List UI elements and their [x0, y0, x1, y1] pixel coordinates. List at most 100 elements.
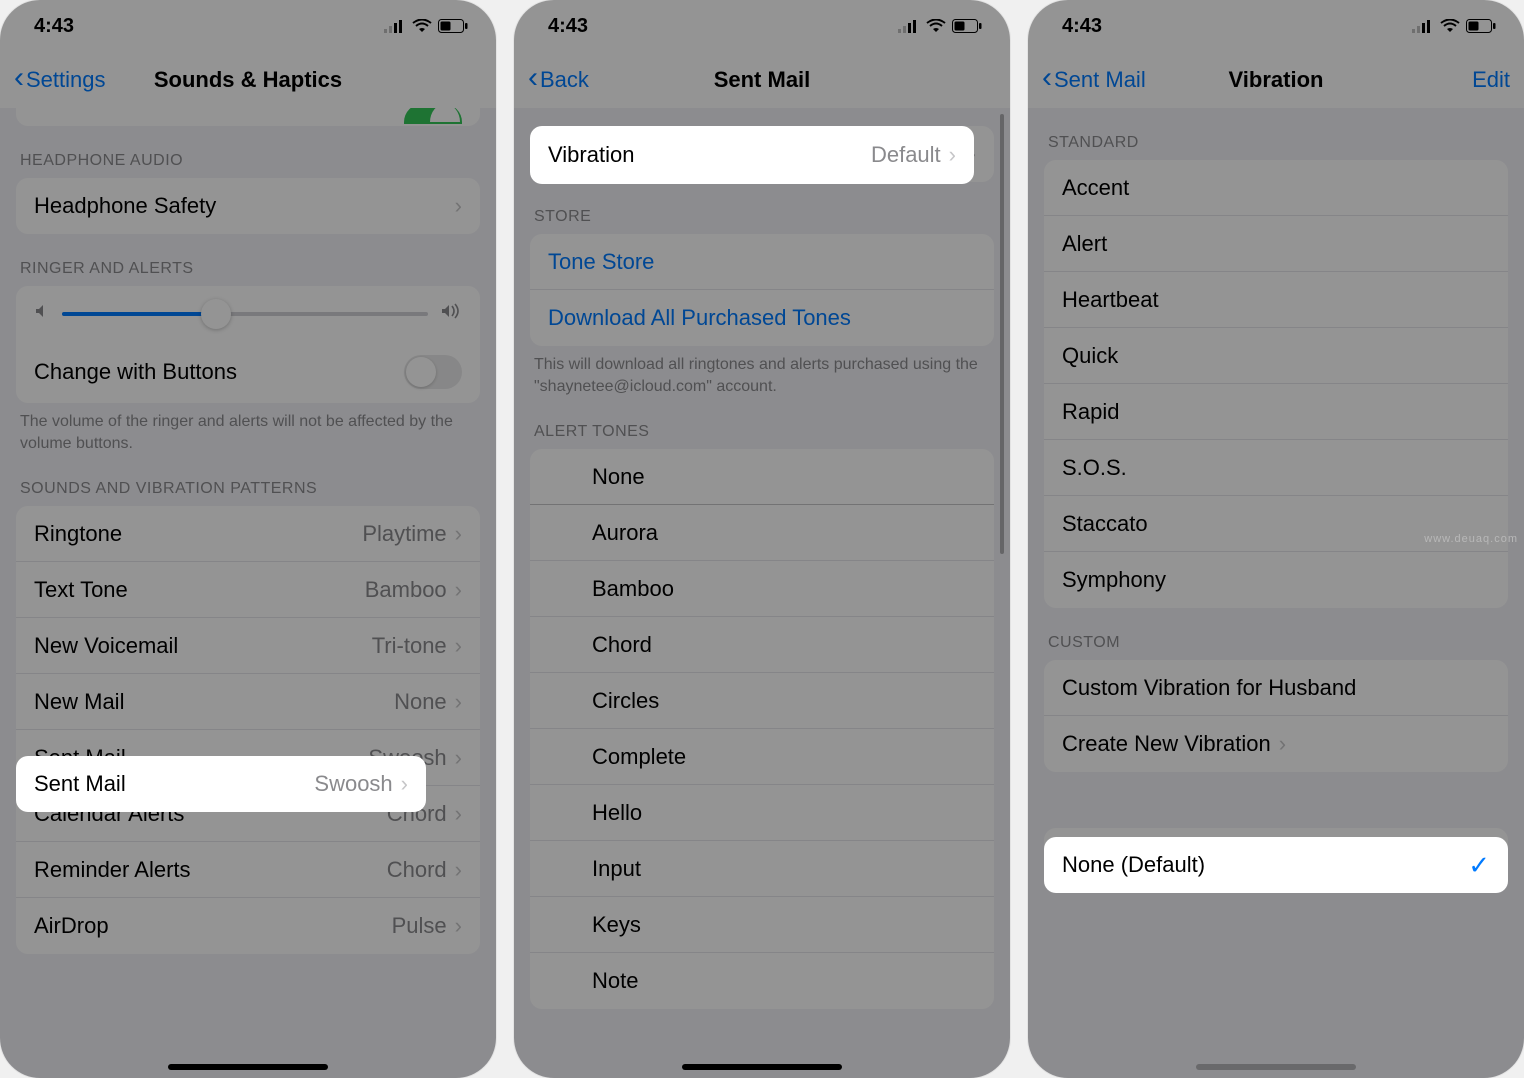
row-label: Circles: [592, 688, 659, 714]
row-label: Vibration: [548, 142, 634, 168]
row-label: Chord: [592, 632, 652, 658]
phone-sent-mail: 4:43 ‹ Back Sent Mail Vibration Default …: [514, 0, 1010, 1078]
status-bar: 4:43: [0, 0, 496, 52]
row-tone-none[interactable]: None: [530, 449, 994, 505]
ringer-volume-slider[interactable]: [16, 286, 480, 341]
row-tone[interactable]: Hello: [530, 785, 994, 841]
section-ringer: RINGER AND ALERTS: [0, 234, 496, 286]
row-tone[interactable]: Bamboo: [530, 561, 994, 617]
section-headphone-audio: HEADPHONE AUDIO: [0, 126, 496, 178]
group-patterns: RingtonePlaytime› Text ToneBamboo› New V…: [16, 506, 480, 954]
highlight-vibration[interactable]: Vibration Default›: [530, 126, 974, 184]
row-custom-vibration[interactable]: Custom Vibration for Husband: [1044, 660, 1508, 716]
row-label: Alert: [1062, 231, 1107, 257]
row-label: Complete: [592, 744, 686, 770]
row-tone[interactable]: Note: [530, 953, 994, 1009]
row-text-tone[interactable]: Text ToneBamboo›: [16, 562, 480, 618]
wifi-icon: [412, 19, 432, 33]
row-label: Aurora: [592, 520, 658, 546]
slider-thumb[interactable]: [201, 299, 231, 329]
row-value: Default: [871, 142, 941, 168]
section-alert-tones: ALERT TONES: [514, 397, 1010, 449]
row-vibration-option[interactable]: Heartbeat: [1044, 272, 1508, 328]
row-change-with-buttons[interactable]: Change with Buttons: [16, 341, 480, 403]
row-label: Reminder Alerts: [34, 857, 191, 883]
watermark: www.deuaq.com: [1424, 533, 1518, 545]
row-label: Symphony: [1062, 567, 1166, 593]
row-value: Playtime: [362, 521, 446, 547]
previous-row-partial: [16, 108, 480, 126]
row-tone-store[interactable]: Tone Store: [530, 234, 994, 290]
row-headphone-safety[interactable]: Headphone Safety ›: [16, 178, 480, 234]
row-reminder-alerts[interactable]: Reminder AlertsChord›: [16, 842, 480, 898]
status-bar: 4:43: [514, 0, 1010, 52]
home-indicator[interactable]: [682, 1064, 842, 1070]
content: STANDARD Accent Alert Heartbeat Quick Ra…: [1028, 108, 1524, 1078]
status-icons: [1412, 19, 1496, 33]
back-button[interactable]: ‹ Settings: [14, 67, 106, 93]
nav-bar: ‹ Sent Mail Vibration Edit: [1028, 52, 1524, 108]
row-vibration-option[interactable]: Quick: [1044, 328, 1508, 384]
row-label: Accent: [1062, 175, 1129, 201]
row-tone[interactable]: Chord: [530, 617, 994, 673]
row-label: Download All Purchased Tones: [548, 305, 851, 331]
row-value: Swoosh: [314, 771, 392, 797]
group-alert-tones: None Aurora Bamboo Chord Circles Complet…: [530, 449, 994, 1009]
highlight-sent-mail[interactable]: Sent Mail Swoosh›: [16, 756, 426, 812]
row-label: Headphone Safety: [34, 193, 216, 219]
checkmark-icon: ✓: [1468, 850, 1490, 881]
row-tone[interactable]: Keys: [530, 897, 994, 953]
back-button[interactable]: ‹ Back: [528, 67, 589, 93]
content: Vibration Default › STORE Tone Store Dow…: [514, 108, 1010, 1078]
row-label: Hello: [592, 800, 642, 826]
row-vibration-option[interactable]: Rapid: [1044, 384, 1508, 440]
highlight-none-default[interactable]: None (Default) ✓: [1044, 837, 1508, 893]
row-new-mail[interactable]: New Mail None ›: [16, 674, 480, 730]
group-store: Tone Store Download All Purchased Tones: [530, 234, 994, 346]
row-value: None: [394, 689, 447, 715]
row-new-voicemail[interactable]: New VoicemailTri-tone›: [16, 618, 480, 674]
store-footer: This will download all ringtones and ale…: [514, 346, 1010, 397]
row-create-new-vibration[interactable]: Create New Vibration›: [1044, 716, 1508, 772]
slider-track[interactable]: [62, 312, 428, 316]
back-label: Settings: [26, 67, 106, 93]
cellular-icon: [384, 19, 406, 33]
row-airdrop[interactable]: AirDropPulse›: [16, 898, 480, 954]
row-label: New Mail: [34, 689, 124, 715]
chevron-right-icon: ›: [455, 689, 462, 715]
scroll-indicator[interactable]: [1000, 114, 1004, 554]
group-headphone: Headphone Safety ›: [16, 178, 480, 234]
row-label: Rapid: [1062, 399, 1119, 425]
status-bar: 4:43: [1028, 0, 1524, 52]
row-label: None: [592, 464, 645, 490]
chevron-right-icon: ›: [401, 771, 408, 797]
status-time: 4:43: [548, 15, 588, 38]
row-vibration-option[interactable]: Accent: [1044, 160, 1508, 216]
row-download-all[interactable]: Download All Purchased Tones: [530, 290, 994, 346]
back-button[interactable]: ‹ Sent Mail: [1042, 67, 1146, 93]
toggle-change-with-buttons[interactable]: [404, 355, 462, 389]
back-label: Back: [540, 67, 589, 93]
chevron-right-icon: ›: [455, 633, 462, 659]
row-tone[interactable]: Circles: [530, 673, 994, 729]
section-custom: CUSTOM: [1028, 608, 1524, 660]
row-tone[interactable]: Complete: [530, 729, 994, 785]
row-ringtone[interactable]: RingtonePlaytime›: [16, 506, 480, 562]
edit-button[interactable]: Edit: [1472, 67, 1510, 93]
row-vibration-option[interactable]: S.O.S.: [1044, 440, 1508, 496]
row-label: Input: [592, 856, 641, 882]
row-vibration-option[interactable]: Alert: [1044, 216, 1508, 272]
row-label: None (Default): [1062, 852, 1205, 878]
row-vibration-option[interactable]: Symphony: [1044, 552, 1508, 608]
chevron-right-icon: ›: [455, 193, 462, 219]
home-indicator[interactable]: [1196, 1064, 1356, 1070]
chevron-right-icon: ›: [455, 745, 462, 771]
status-icons: [384, 19, 468, 33]
home-indicator[interactable]: [168, 1064, 328, 1070]
row-tone[interactable]: Input: [530, 841, 994, 897]
chevron-right-icon: ›: [1279, 731, 1286, 757]
row-label: Bamboo: [592, 576, 674, 602]
chevron-right-icon: ›: [455, 857, 462, 883]
cellular-icon: [1412, 19, 1434, 33]
row-tone[interactable]: Aurora: [530, 505, 994, 561]
